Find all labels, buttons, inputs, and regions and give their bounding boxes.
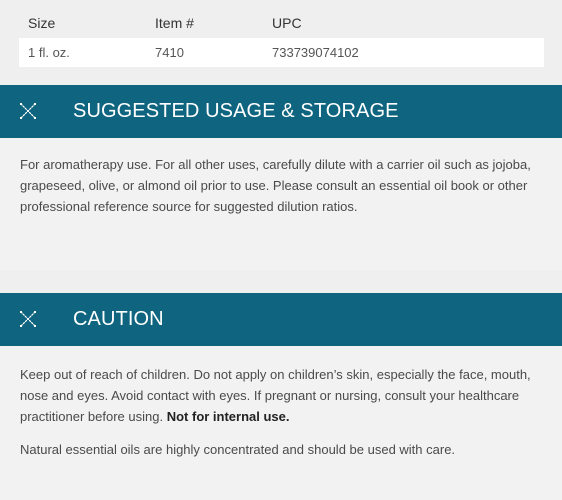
cell-item-number: 7410 — [155, 45, 184, 60]
caution-section-header[interactable]: CAUTION — [0, 293, 562, 346]
expand-icon — [18, 309, 38, 329]
usage-text: For aromatherapy use. For all other uses… — [20, 157, 531, 214]
caution-text-bold: Not for internal use. — [166, 409, 290, 424]
usage-section-body: For aromatherapy use. For all other uses… — [0, 138, 562, 270]
caution-text: Keep out of reach of children. Do not ap… — [20, 364, 540, 427]
usage-section-title: SUGGESTED USAGE & STORAGE — [73, 100, 399, 122]
expand-icon — [18, 101, 38, 121]
header-size: Size — [28, 15, 56, 31]
cell-size: 1 fl. oz. — [28, 45, 70, 60]
table-row: 1 fl. oz. 7410 733739074102 — [19, 38, 544, 67]
caution-section-title: CAUTION — [73, 308, 164, 330]
header-upc: UPC — [272, 15, 302, 31]
caution-text-second: Natural essential oils are highly concen… — [20, 442, 456, 457]
usage-section-header[interactable]: SUGGESTED USAGE & STORAGE — [0, 85, 562, 138]
caution-section-body: Keep out of reach of children. Do not ap… — [0, 346, 562, 500]
cell-upc: 733739074102 — [272, 45, 359, 60]
header-item-number: Item # — [155, 15, 194, 31]
table-header-row: Size Item # UPC — [19, 0, 544, 38]
